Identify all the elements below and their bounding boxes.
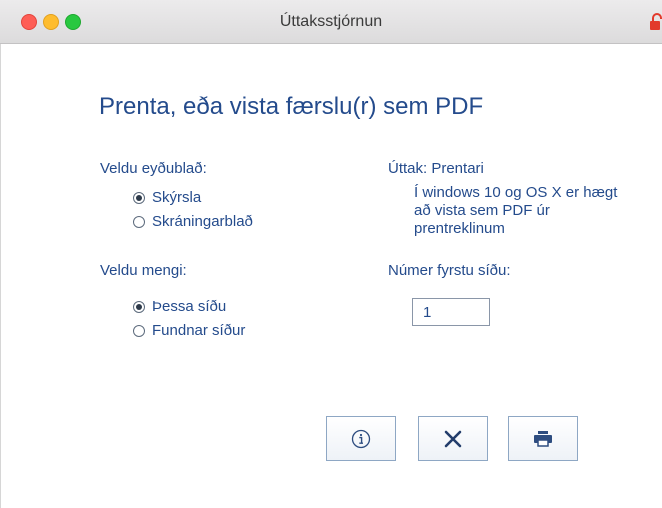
radio-selected-dot	[136, 303, 142, 310]
radio-button[interactable]	[133, 300, 145, 313]
form-select-label: Veldu eyðublað:	[100, 160, 207, 177]
range-select-label: Veldu mengi:	[100, 262, 187, 279]
radio-button[interactable]	[133, 324, 145, 337]
radio-selected-dot	[136, 194, 142, 201]
info-button[interactable]	[326, 416, 396, 461]
radio-button[interactable]	[133, 215, 145, 228]
first-page-number-input[interactable]	[412, 298, 490, 326]
radio-option-label: Skýrsla	[152, 189, 202, 206]
output-label: Úttak: Prentari	[388, 160, 484, 177]
radio-option-skraningarblad[interactable]: Skráningarblað	[133, 213, 253, 230]
window-title: Úttaksstjórnun	[279, 13, 383, 30]
cancel-button[interactable]	[418, 416, 488, 461]
info-icon	[351, 429, 371, 449]
radio-option-label: Skráningarblað	[152, 213, 253, 230]
radio-option-found-pages[interactable]: Fundnar síður	[133, 322, 245, 339]
print-button[interactable]	[508, 416, 578, 461]
printer-icon	[533, 430, 553, 447]
close-icon	[444, 430, 462, 448]
unlock-icon	[650, 13, 662, 31]
radio-option-skyrsla[interactable]: Skýrsla	[133, 189, 201, 206]
radio-option-label: Fundnar síður	[152, 322, 246, 339]
page-title: Prenta, eða vista færslu(r) sem PDF	[99, 93, 484, 120]
radio-option-label: Þessa síðu	[152, 298, 227, 315]
window-titlebar[interactable]: Úttaksstjórnun	[0, 0, 662, 44]
first-page-label: Númer fyrstu síðu:	[388, 262, 511, 279]
radio-option-this-page[interactable]: Þessa síðu	[133, 298, 226, 315]
output-info-text: Í windows 10 og OS X er hægt að vista se…	[414, 184, 618, 237]
window-left-border	[0, 44, 1, 508]
radio-button[interactable]	[133, 191, 145, 204]
